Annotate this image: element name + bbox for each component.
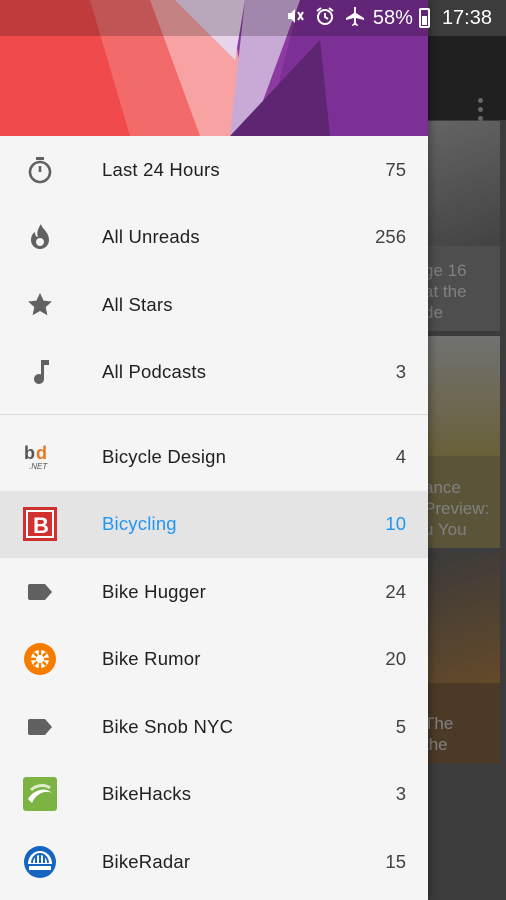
nav-item-label: All Stars	[102, 293, 173, 315]
nav-item-count: 5	[395, 715, 406, 737]
nav-item-label: Bike Snob NYC	[102, 715, 234, 737]
nav-item-all-unreads[interactable]: All Unreads 256	[0, 204, 428, 272]
feed-item-bike-snob-nyc[interactable]: Bike Snob NYC 5	[0, 693, 428, 761]
bicycling-logo-icon: B	[22, 506, 58, 542]
nav-item-count: 15	[385, 850, 406, 872]
nav-item-all-stars[interactable]: All Stars	[0, 271, 428, 339]
clock: 17:38	[441, 6, 492, 29]
smart-feeds-list: Last 24 Hours 75 All Unreads 256 All Sta…	[0, 136, 428, 406]
nav-item-count: 24	[385, 580, 406, 602]
nav-item-count: 20	[385, 648, 406, 670]
tag-icon	[22, 709, 58, 745]
nav-item-count: 4	[395, 445, 406, 467]
nav-item-count: 3	[395, 783, 406, 805]
nav-item-all-podcasts[interactable]: All Podcasts 3	[0, 339, 428, 407]
svg-text:.NET: .NET	[29, 462, 48, 471]
nav-item-label: Bike Rumor	[102, 648, 201, 670]
tag-icon	[22, 574, 58, 610]
nav-item-last-24-hours[interactable]: Last 24 Hours 75	[0, 136, 428, 204]
nav-item-label: All Unreads	[102, 226, 200, 248]
nav-item-label: Last 24 Hours	[102, 158, 220, 180]
star-icon	[22, 287, 58, 323]
feed-item-bikehacks[interactable]: BikeHacks 3	[0, 761, 428, 829]
nav-item-count: 10	[385, 513, 406, 535]
bike-rumor-logo-icon	[22, 641, 58, 677]
music-note-icon	[22, 354, 58, 390]
status-bar: 58% 17:38	[0, 0, 506, 36]
battery-icon	[418, 8, 430, 28]
svg-text:b: b	[24, 443, 35, 463]
mute-icon	[285, 6, 305, 30]
flame-icon	[22, 219, 58, 255]
alarm-icon	[315, 6, 335, 30]
feeds-list: b d .NET Bicycle Design 4 B Bicycling 10…	[0, 423, 428, 896]
feed-item-bike-rumor[interactable]: Bike Rumor 20	[0, 626, 428, 694]
feed-item-bicycle-design[interactable]: b d .NET Bicycle Design 4	[0, 423, 428, 491]
section-divider	[0, 414, 428, 415]
svg-text:d: d	[36, 443, 47, 463]
nav-item-count: 256	[375, 226, 406, 248]
svg-text:B: B	[33, 513, 49, 538]
bikehacks-logo-icon	[22, 776, 58, 812]
nav-item-label: BikeRadar	[102, 850, 191, 872]
bikeradar-logo-icon	[22, 844, 58, 880]
nav-item-label: Bicycling	[102, 513, 177, 535]
nav-item-count: 3	[395, 361, 406, 383]
nav-item-label: BikeHacks	[102, 783, 192, 805]
nav-item-label: All Podcasts	[102, 361, 207, 383]
feed-item-bicycling[interactable]: B Bicycling 10	[0, 490, 428, 558]
navigation-drawer: Last 24 Hours 75 All Unreads 256 All Sta…	[0, 0, 428, 900]
battery-percent: 58%	[372, 6, 413, 29]
nav-item-label: Bike Hugger	[102, 580, 207, 602]
feed-item-bikeradar[interactable]: BikeRadar 15	[0, 828, 428, 896]
nav-item-label: Bicycle Design	[102, 445, 227, 467]
timer-icon	[22, 152, 58, 188]
nav-item-count: 75	[385, 158, 406, 180]
airplane-mode-icon	[345, 6, 365, 30]
feed-item-bike-hugger[interactable]: Bike Hugger 24	[0, 558, 428, 626]
bicycle-design-logo-icon: b d .NET	[22, 439, 58, 475]
